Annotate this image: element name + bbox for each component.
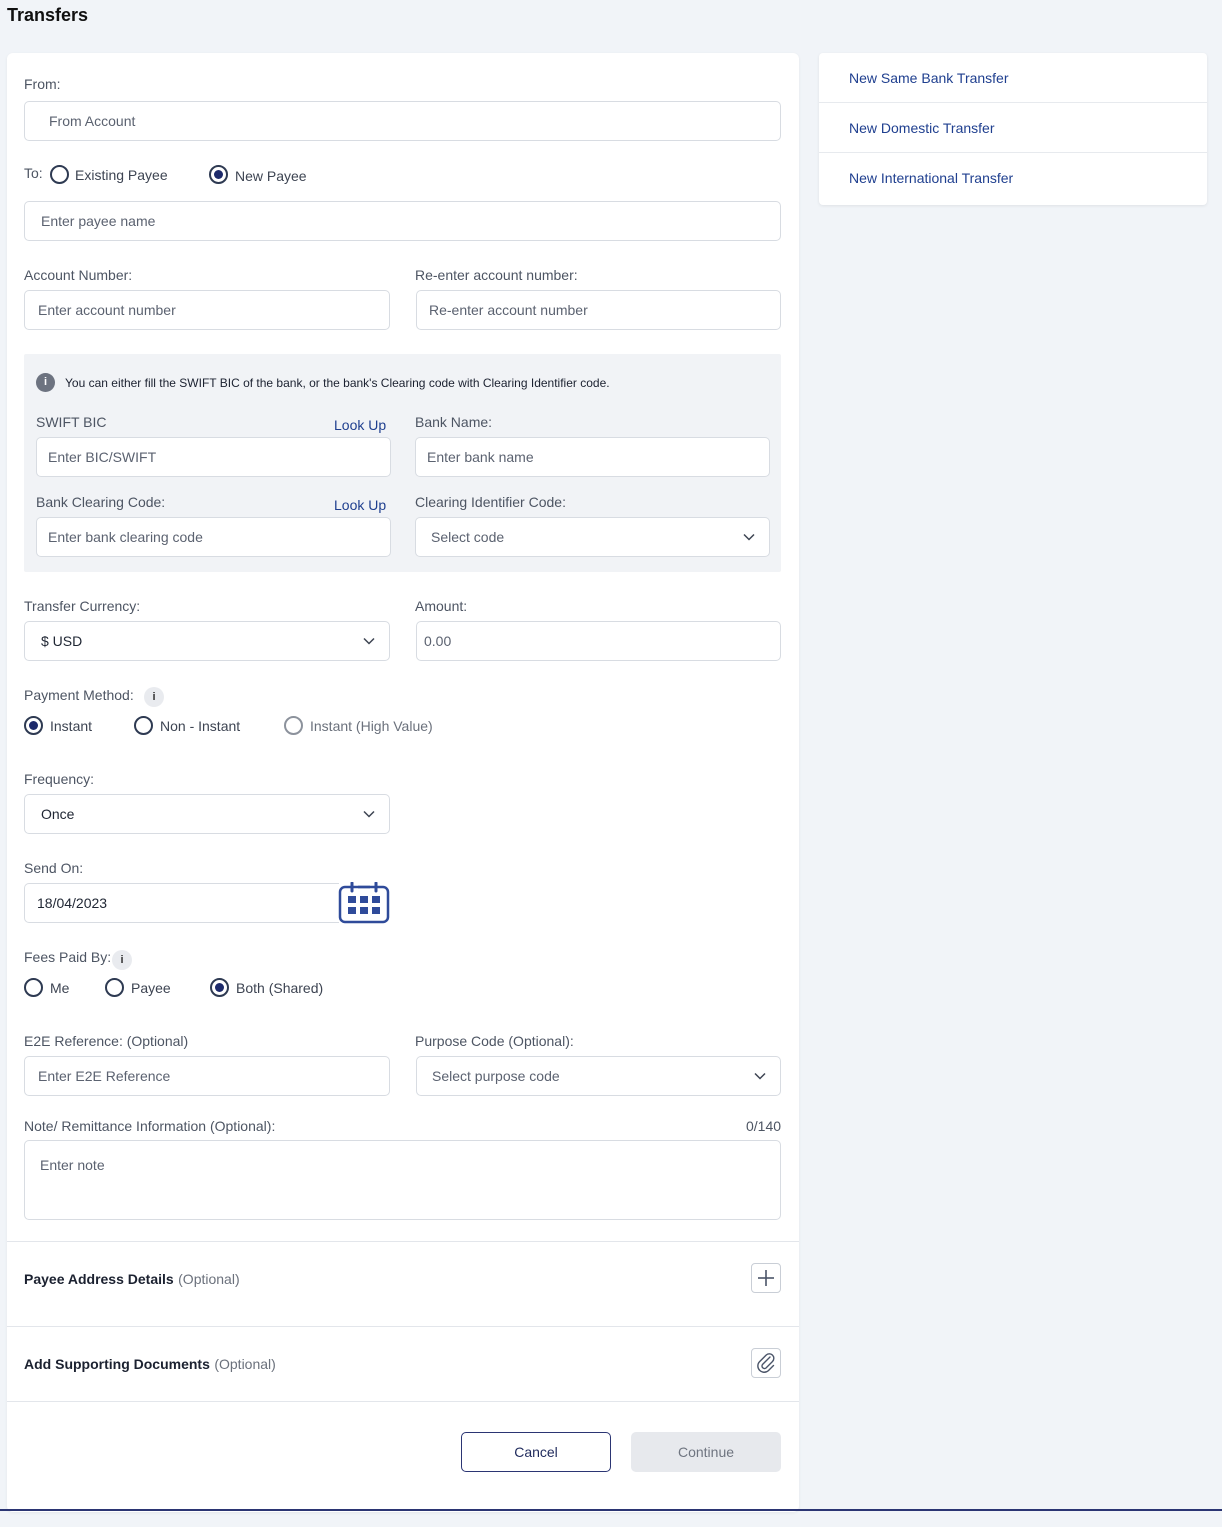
instant-high-value-radio[interactable] — [284, 716, 303, 735]
bank-name-input[interactable]: Enter bank name — [415, 437, 770, 477]
amount-label: Amount: — [415, 598, 468, 614]
page-title: Transfers — [7, 5, 89, 25]
note-counter: 0/140 — [746, 1118, 782, 1134]
cancel-button[interactable]: Cancel — [461, 1432, 611, 1472]
add-payee-address-button[interactable] — [751, 1263, 781, 1293]
purpose-code-select[interactable]: Select purpose code — [416, 1056, 781, 1096]
reenter-account-input[interactable]: Re-enter account number — [416, 290, 781, 330]
footer-divider — [0, 1509, 1222, 1511]
purpose-code-value: Select purpose code — [432, 1068, 560, 1084]
chevron-down-icon — [743, 533, 755, 541]
currency-select[interactable]: $ USD — [24, 621, 390, 661]
continue-button[interactable]: Continue — [631, 1432, 781, 1472]
existing-payee-label: Existing Payee — [75, 167, 168, 183]
new-payee-label: New Payee — [235, 168, 307, 184]
e2e-input[interactable]: Enter E2E Reference — [24, 1056, 390, 1096]
account-number-label: Account Number: — [24, 267, 133, 283]
swift-label: SWIFT BIC — [36, 414, 107, 430]
e2e-label: E2E Reference: (Optional) — [24, 1033, 189, 1049]
transfer-type-menu: New Same Bank Transfer New Domestic Tran… — [819, 53, 1207, 205]
clearing-identifier-value: Select code — [431, 529, 505, 545]
frequency-select[interactable]: Once — [24, 794, 390, 834]
payment-method-info-icon[interactable]: i — [144, 687, 164, 707]
frequency-value: Once — [41, 806, 75, 822]
divider — [7, 1401, 799, 1402]
currency-label: Transfer Currency: — [24, 598, 141, 614]
supporting-documents-optional: (Optional) — [214, 1356, 276, 1372]
fees-payee-radio[interactable] — [105, 978, 124, 997]
divider — [7, 1326, 799, 1327]
payment-method-label: Payment Method: — [24, 687, 134, 703]
bank-name-label: Bank Name: — [415, 414, 493, 430]
swift-lookup-link[interactable]: Look Up — [334, 417, 386, 433]
bank-info-notice: You can either fill the SWIFT BIC of the… — [65, 376, 610, 390]
swift-input[interactable]: Enter BIC/SWIFT — [36, 437, 391, 477]
bank-details-panel: i You can either fill the SWIFT BIC of t… — [24, 354, 781, 572]
chevron-down-icon — [363, 637, 375, 645]
send-on-date-input[interactable]: 18/04/2023 — [24, 883, 339, 923]
chevron-down-icon — [363, 810, 375, 818]
send-on-label: Send On: — [24, 860, 84, 876]
instant-radio[interactable] — [24, 716, 43, 735]
from-label: From: — [24, 76, 61, 92]
from-account-select[interactable]: From Account — [24, 101, 781, 141]
sidebar-item-domestic[interactable]: New Domestic Transfer — [819, 103, 1207, 153]
clearing-code-label: Bank Clearing Code: — [36, 494, 166, 510]
to-label: To: — [24, 165, 43, 181]
fees-label: Fees Paid By: — [24, 949, 112, 965]
new-payee-radio[interactable] — [209, 165, 228, 184]
sidebar-item-same-bank[interactable]: New Same Bank Transfer — [819, 53, 1207, 103]
payee-address-optional: (Optional) — [178, 1271, 240, 1287]
transfer-form-card: From: From Account To: Existing Payee Ne… — [7, 53, 799, 1512]
fees-info-icon[interactable]: i — [112, 950, 132, 970]
paperclip-icon — [757, 1353, 775, 1373]
supporting-documents-section[interactable]: Add Supporting Documents (Optional) — [24, 1356, 276, 1374]
non-instant-radio[interactable] — [134, 716, 153, 735]
purpose-label: Purpose Code (Optional): — [415, 1033, 574, 1049]
payee-name-input[interactable]: Enter payee name — [24, 201, 781, 241]
existing-payee-radio[interactable] — [50, 165, 69, 184]
clearing-identifier-label: Clearing Identifier Code: — [415, 494, 566, 510]
payee-address-title: Payee Address Details — [24, 1271, 174, 1287]
sidebar-item-international[interactable]: New International Transfer — [819, 153, 1207, 203]
fees-shared-label: Both (Shared) — [236, 980, 324, 996]
note-textarea[interactable]: Enter note — [24, 1140, 781, 1220]
amount-input[interactable]: 0.00 — [416, 621, 781, 661]
account-number-input[interactable]: Enter account number — [24, 290, 390, 330]
fees-shared-radio[interactable] — [210, 978, 229, 997]
clearing-identifier-select[interactable]: Select code — [415, 517, 770, 557]
note-label: Note/ Remittance Information (Optional): — [24, 1118, 276, 1134]
chevron-down-icon — [754, 1072, 766, 1080]
currency-value: $ USD — [41, 633, 83, 649]
supporting-documents-title: Add Supporting Documents — [24, 1356, 210, 1372]
instant-high-value-label: Instant (High Value) — [310, 718, 433, 734]
reenter-account-label: Re-enter account number: — [415, 267, 578, 283]
clearing-lookup-link[interactable]: Look Up — [334, 497, 386, 513]
divider — [7, 1241, 799, 1242]
non-instant-label: Non - Instant — [160, 718, 241, 734]
payee-address-section[interactable]: Payee Address Details (Optional) — [24, 1271, 240, 1289]
fees-me-label: Me — [50, 980, 70, 996]
plus-icon — [758, 1270, 774, 1286]
calendar-icon[interactable] — [338, 882, 390, 924]
fees-me-radio[interactable] — [24, 978, 43, 997]
info-icon: i — [36, 373, 55, 392]
instant-label: Instant — [50, 718, 93, 734]
frequency-label: Frequency: — [24, 771, 95, 787]
attach-document-button[interactable] — [751, 1348, 781, 1378]
clearing-code-input[interactable]: Enter bank clearing code — [36, 517, 391, 557]
fees-payee-label: Payee — [131, 980, 171, 996]
